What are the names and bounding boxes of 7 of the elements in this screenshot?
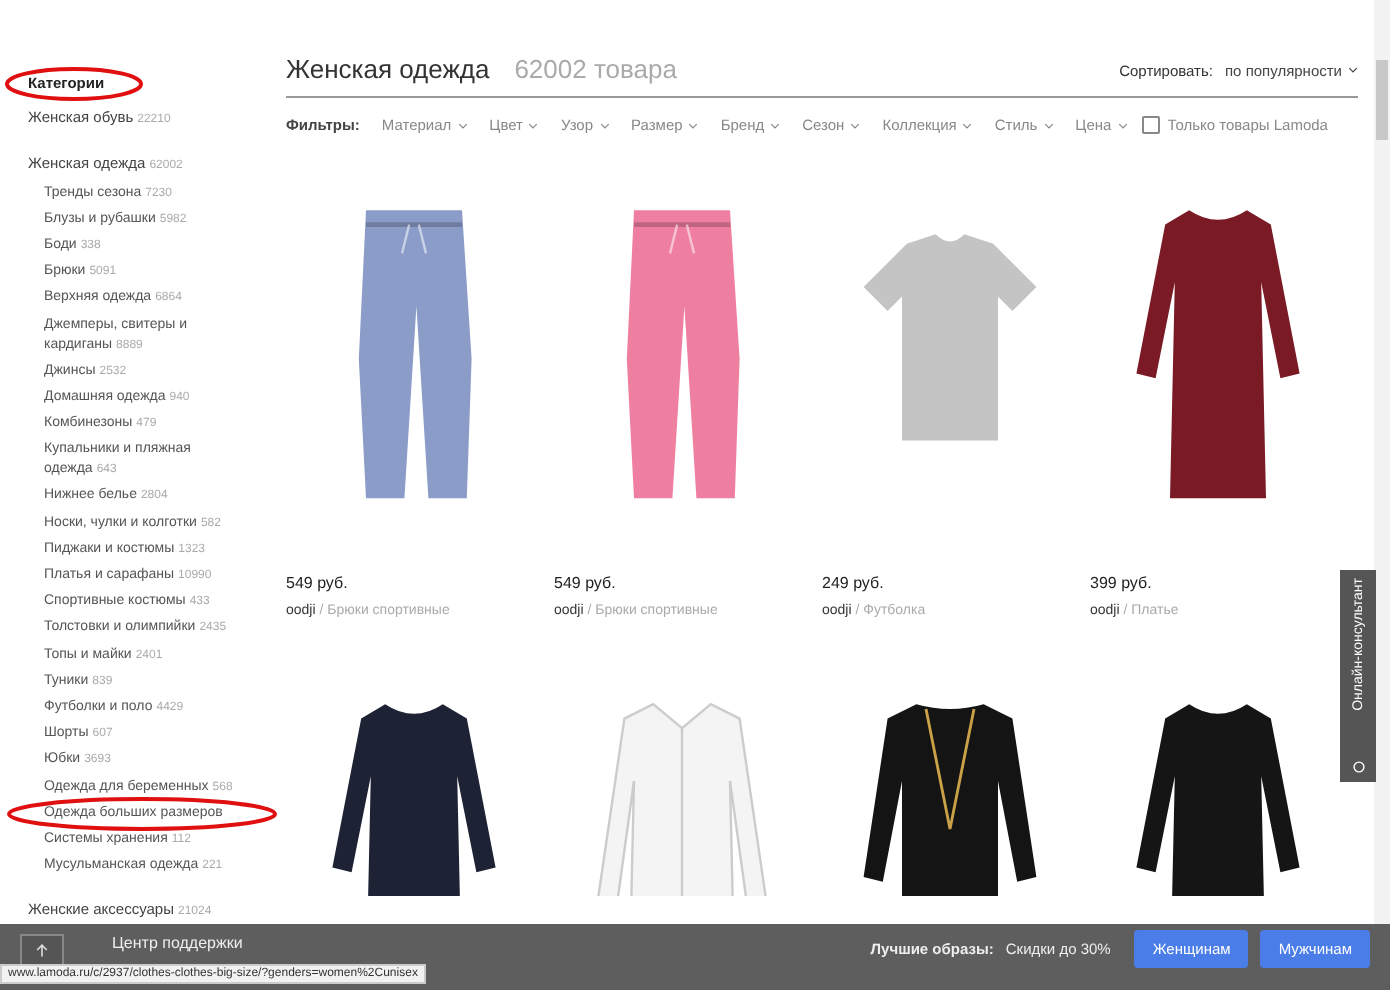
support-link[interactable]: Центр поддержки — [112, 934, 243, 952]
product-price: 249 руб. — [822, 574, 886, 592]
product-price: 549 руб. — [286, 574, 350, 592]
page-title: Женская одежда — [286, 54, 490, 84]
item-count: 62002 товара — [514, 54, 677, 84]
product-price: 549 руб. — [554, 574, 618, 592]
product-price: 399 руб. — [1090, 574, 1154, 592]
